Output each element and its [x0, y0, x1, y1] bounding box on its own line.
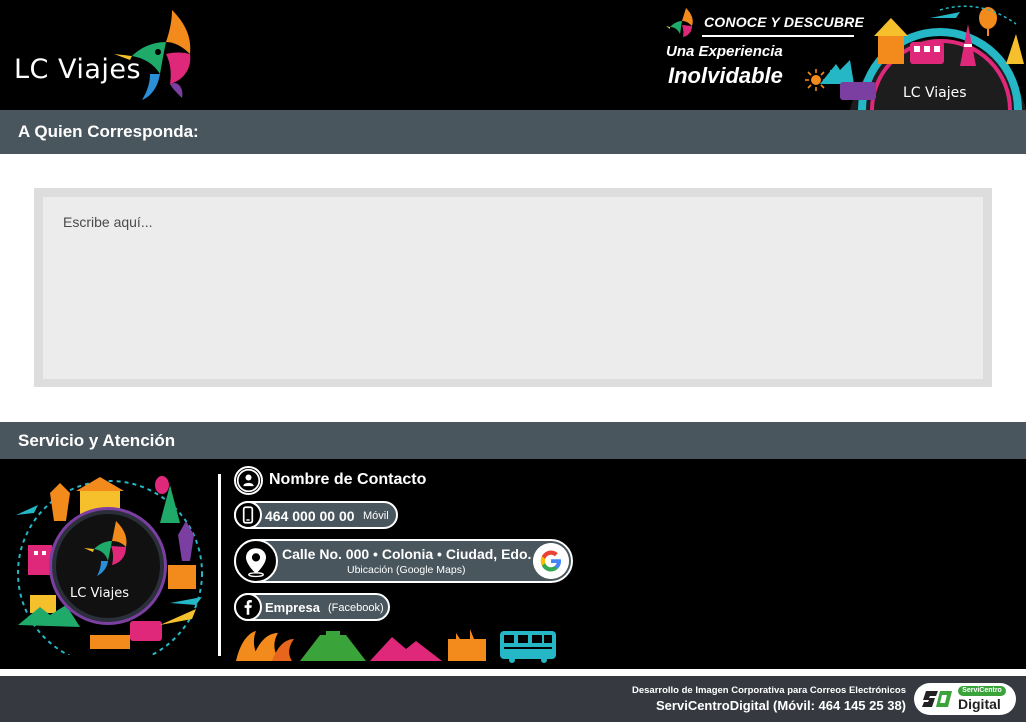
service-bar: Servicio y Atención: [0, 422, 1026, 459]
promo-brand: LC Viajes: [903, 85, 967, 101]
facebook-name: Empresa: [265, 600, 320, 615]
message-input[interactable]: [43, 197, 983, 379]
credit-bar: Desarrollo de Imagen Corporativa para Co…: [0, 676, 1026, 722]
servicentro-logo[interactable]: ServiCentro Digital: [914, 683, 1016, 715]
brand-logo[interactable]: LC Viajes: [12, 8, 202, 104]
greeting-bar: A Quien Corresponda:: [0, 110, 1026, 154]
credit-contact: ServiCentroDigital (Móvil: 464 145 25 38…: [656, 698, 906, 713]
contact-section: LC Viajes Nombre de Contacto 464 000 00 …: [0, 459, 1026, 669]
badge-brand: LC Viajes: [70, 586, 130, 601]
hummingbird-icon: [84, 521, 127, 576]
promo-subline: Una Experiencia: [666, 43, 783, 60]
service-label: Servicio y Atención: [18, 431, 176, 450]
servicentro-mark-icon: [922, 691, 952, 707]
contact-name: Nombre de Contacto: [269, 471, 427, 488]
greeting-label: A Quien Corresponda:: [18, 122, 199, 141]
footer-gap: [0, 669, 1026, 676]
hummingbird-logo-icon: [114, 10, 191, 100]
header: LC Viajes CONOCE Y DESCUBRE Una Experien…: [0, 0, 1026, 110]
person-icon: [234, 466, 263, 495]
promo-tagline: Inolvidable: [668, 63, 783, 88]
address-pill[interactable]: Calle No. 000 • Colonia • Ciudad, Edo. U…: [234, 539, 573, 583]
facebook-pill[interactable]: Empresa (Facebook): [234, 593, 390, 621]
servicentro-tag: ServiCentro: [958, 686, 1006, 696]
mobile-phone-icon: [234, 501, 262, 529]
map-pin-icon: [234, 539, 278, 583]
google-icon[interactable]: [533, 543, 569, 579]
facebook-label: (Facebook): [328, 602, 384, 614]
servicentro-word: Digital: [958, 696, 1001, 712]
vertical-divider: [218, 474, 221, 656]
facebook-icon: [234, 593, 262, 621]
landmarks-icon: [236, 629, 556, 663]
promo-banner: CONOCE Y DESCUBRE Una Experiencia Inolvi…: [660, 4, 1026, 110]
hummingbird-icon: [666, 8, 693, 37]
phone-number: 464 000 00 00: [265, 508, 355, 524]
phone-pill[interactable]: 464 000 00 00 Móvil: [234, 501, 398, 529]
phone-label: Móvil: [363, 510, 389, 522]
credit-description: Desarrollo de Imagen Corporativa para Co…: [631, 685, 906, 696]
address-label: Ubicación (Google Maps): [347, 564, 466, 576]
address-text: Calle No. 000 • Colonia • Ciudad, Edo.: [282, 546, 532, 562]
